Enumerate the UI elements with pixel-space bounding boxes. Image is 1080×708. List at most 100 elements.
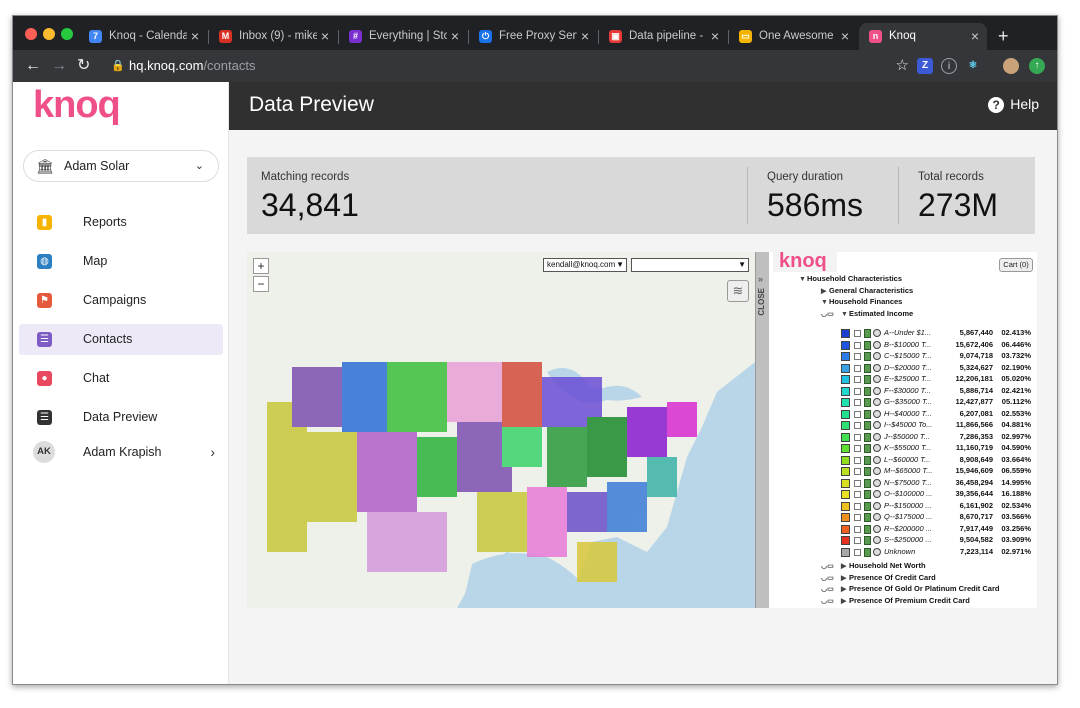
income-row[interactable]: E--$25000 T... 12,206,181 05.020% bbox=[821, 374, 1033, 386]
tree-node-estimated-income[interactable]: ◡▭ ▼Estimated Income bbox=[821, 309, 913, 318]
close-tab-icon[interactable]: × bbox=[321, 23, 329, 50]
income-row[interactable]: N--$75000 T... 36,458,294 14.995% bbox=[821, 478, 1033, 490]
filter-icon[interactable] bbox=[864, 467, 871, 476]
sidebar-item-map[interactable]: ◍ Map bbox=[19, 246, 223, 277]
close-tab-icon[interactable]: × bbox=[971, 23, 979, 50]
color-swatch[interactable] bbox=[841, 398, 850, 407]
layer-select[interactable]: ▼ bbox=[631, 258, 749, 272]
color-swatch[interactable] bbox=[841, 490, 850, 499]
income-row[interactable]: K--$55000 T... 11,160,719 04.590% bbox=[821, 443, 1033, 455]
user-select[interactable]: kendall@knoq.com ▼ bbox=[543, 258, 627, 272]
visibility-icon[interactable] bbox=[873, 444, 881, 452]
zoom-extension-icon[interactable]: Z bbox=[917, 58, 933, 74]
income-row[interactable]: C--$15000 T... 9,074,718 03.732% bbox=[821, 351, 1033, 363]
visibility-icon[interactable] bbox=[873, 340, 881, 349]
bookmark-star-icon[interactable]: ☆ bbox=[896, 54, 909, 78]
color-swatch[interactable] bbox=[841, 340, 850, 350]
visibility-icon[interactable] bbox=[873, 421, 881, 429]
close-window-button[interactable] bbox=[25, 28, 37, 40]
zoom-window-button[interactable] bbox=[61, 28, 73, 40]
zoom-out-button[interactable]: − bbox=[253, 276, 269, 292]
visibility-icon[interactable] bbox=[873, 363, 881, 372]
row-checkbox[interactable] bbox=[854, 364, 861, 372]
sidebar-item-data-preview[interactable]: ☰ Data Preview bbox=[19, 402, 223, 433]
color-swatch[interactable] bbox=[841, 444, 850, 453]
income-row[interactable]: J--$50000 T... 7,286,353 02.997% bbox=[821, 432, 1033, 444]
row-checkbox[interactable] bbox=[854, 330, 861, 337]
visibility-icon[interactable] bbox=[873, 513, 881, 521]
color-swatch[interactable] bbox=[841, 501, 850, 511]
row-checkbox[interactable] bbox=[854, 410, 861, 418]
row-checkbox[interactable] bbox=[854, 502, 861, 510]
visibility-icon[interactable] bbox=[873, 524, 881, 533]
income-row[interactable]: D--$20000 T... 5,324,627 02.190% bbox=[821, 363, 1033, 375]
income-row[interactable]: P--$150000 ... 6,161,902 02.534% bbox=[821, 501, 1033, 513]
filter-icon[interactable] bbox=[864, 478, 871, 488]
help-button[interactable]: ? Help bbox=[988, 96, 1039, 113]
income-row[interactable]: O--$100000 ... 39,356,644 16.188% bbox=[821, 489, 1033, 501]
sidebar-user[interactable]: AK Adam Krapish › bbox=[19, 437, 223, 468]
filter-icon[interactable] bbox=[864, 363, 871, 373]
filter-icon[interactable] bbox=[864, 329, 871, 338]
income-row[interactable]: B--$10000 T... 15,672,406 06.446% bbox=[821, 340, 1033, 352]
visibility-icon[interactable] bbox=[873, 375, 881, 383]
close-tab-icon[interactable]: × bbox=[451, 23, 459, 50]
filter-icon[interactable] bbox=[864, 536, 871, 545]
info-extension-icon[interactable]: i bbox=[941, 58, 957, 74]
color-swatch[interactable] bbox=[841, 536, 850, 545]
filter-icon[interactable] bbox=[864, 524, 871, 534]
map-view[interactable]: + − kendall@knoq.com ▼ ▼ ≋ bbox=[247, 252, 755, 608]
filter-icon[interactable] bbox=[864, 547, 871, 557]
visibility-icon[interactable] bbox=[873, 467, 881, 475]
color-swatch[interactable] bbox=[841, 386, 850, 396]
close-panel-bar[interactable]: » CLOSE bbox=[755, 252, 769, 608]
filter-icon[interactable] bbox=[864, 513, 871, 522]
sidebar-item-campaigns[interactable]: ⚑ Campaigns bbox=[19, 285, 223, 316]
filter-icon[interactable] bbox=[864, 455, 871, 465]
row-checkbox[interactable] bbox=[854, 468, 861, 475]
color-swatch[interactable] bbox=[841, 432, 850, 442]
color-swatch[interactable] bbox=[841, 329, 850, 338]
tab-7[interactable]: n Knoq × bbox=[859, 23, 987, 50]
tree-node-finance-attribute[interactable]: ◡▭ ▶ Presence Of Credit Card bbox=[821, 573, 936, 582]
back-button[interactable]: ← bbox=[25, 56, 41, 76]
color-swatch[interactable] bbox=[841, 478, 850, 488]
filter-icon[interactable] bbox=[864, 501, 871, 511]
color-swatch[interactable] bbox=[841, 421, 850, 430]
sidebar-item-reports[interactable]: ▮ Reports bbox=[19, 207, 223, 238]
income-row[interactable]: G--$35000 T... 12,427,877 05.112% bbox=[821, 397, 1033, 409]
tab-4[interactable]: ⏻ Free Proxy Serve × bbox=[469, 23, 597, 50]
close-tab-icon[interactable]: × bbox=[711, 23, 719, 50]
filter-icon[interactable] bbox=[864, 398, 871, 407]
knoq-logo[interactable]: knoq bbox=[33, 84, 121, 127]
row-checkbox[interactable] bbox=[854, 341, 861, 349]
color-swatch[interactable] bbox=[841, 375, 850, 384]
visibility-icon[interactable] bbox=[873, 352, 881, 360]
new-tab-button[interactable]: + bbox=[998, 23, 1009, 50]
cart-button[interactable]: Cart (0) bbox=[999, 258, 1033, 272]
income-row[interactable]: I--$45000 To... 11,866,566 04.881% bbox=[821, 420, 1033, 432]
color-swatch[interactable] bbox=[841, 455, 850, 465]
tab-5[interactable]: ▣ Data pipeline - G × bbox=[599, 23, 727, 50]
visibility-icon[interactable] bbox=[873, 409, 881, 418]
row-checkbox[interactable] bbox=[854, 376, 861, 383]
row-checkbox[interactable] bbox=[854, 387, 861, 395]
tree-node-finance-attribute[interactable]: ◡▭ ▶ Household Net Worth bbox=[821, 561, 926, 570]
tree-node-finance-attribute[interactable]: ◡▭ ▶ Presence Of Gold Or Platinum Credit C… bbox=[821, 584, 999, 593]
tab-1[interactable]: 7 Knoq - Calendar × bbox=[79, 23, 207, 50]
sidebar-item-contacts[interactable]: ☰ Contacts bbox=[19, 324, 223, 355]
income-row[interactable]: M--$65000 T... 15,946,609 06.559% bbox=[821, 466, 1033, 478]
filter-icon[interactable] bbox=[864, 490, 871, 499]
color-swatch[interactable] bbox=[841, 547, 850, 557]
color-swatch[interactable] bbox=[841, 352, 850, 361]
filter-icon[interactable] bbox=[864, 386, 871, 396]
filter-icon[interactable] bbox=[864, 409, 871, 419]
color-swatch[interactable] bbox=[841, 363, 850, 373]
income-row[interactable]: A--Under $1... 5,867,440 02.413% bbox=[821, 328, 1033, 340]
filter-icon[interactable] bbox=[864, 352, 871, 361]
close-tab-icon[interactable]: × bbox=[581, 23, 589, 50]
forward-button[interactable]: → bbox=[51, 56, 67, 76]
tree-node-finance-attribute[interactable]: ◡▭ ▶ Presence Of Premium Credit Card bbox=[821, 596, 970, 605]
color-swatch[interactable] bbox=[841, 513, 850, 522]
row-checkbox[interactable] bbox=[854, 422, 861, 429]
